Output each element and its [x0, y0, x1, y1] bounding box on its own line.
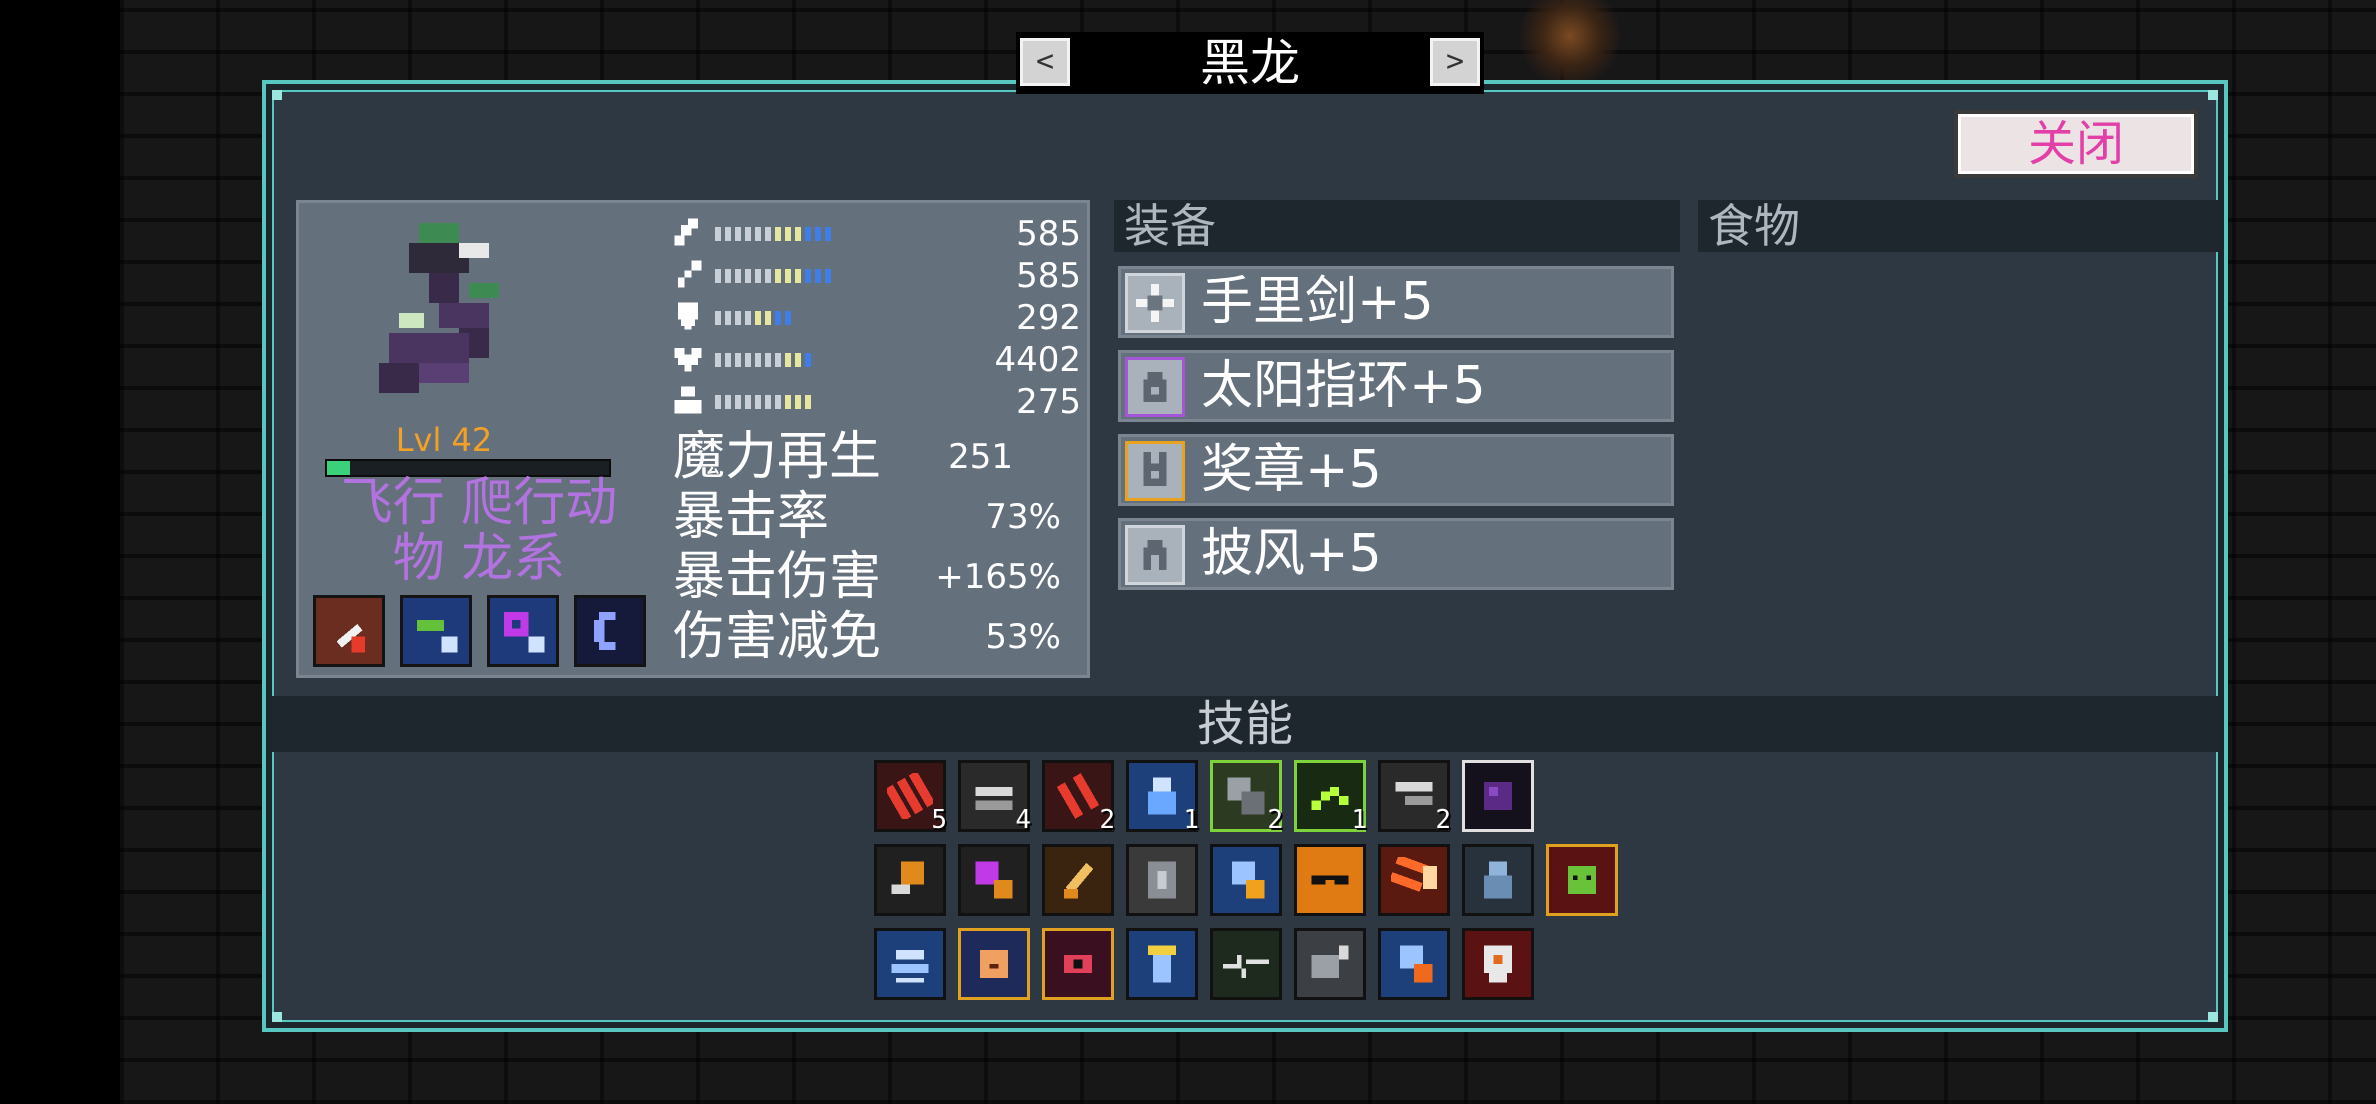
skill-count: 2 — [1267, 805, 1283, 835]
health-value: 4402 — [994, 340, 1081, 380]
stat-bar — [715, 227, 831, 241]
shuriken-icon — [1125, 273, 1185, 333]
stack-skill-icon[interactable] — [874, 928, 946, 1000]
leaf-shield-trait-icon[interactable] — [400, 595, 473, 667]
heartbeat-skill-icon[interactable] — [1210, 928, 1282, 1000]
skill-count: 5 — [931, 805, 947, 835]
stat-bar — [715, 269, 831, 283]
stat-bar — [715, 395, 811, 409]
robot-skill-icon[interactable] — [1462, 844, 1534, 916]
potion-face-skill-icon[interactable] — [958, 928, 1030, 1000]
stat-bar — [715, 353, 811, 367]
fire-burst-skill-icon[interactable] — [1378, 844, 1450, 916]
stone-skill-icon[interactable]: 2 — [1210, 760, 1283, 835]
magic-shield-trait-icon[interactable] — [487, 595, 560, 667]
trait-icons — [313, 595, 656, 671]
attribute-label: 暴击伤害 — [673, 547, 882, 607]
attack-up-trait-icon[interactable] — [313, 595, 385, 667]
moon-trait-icon[interactable] — [574, 595, 647, 667]
equipment-slot-cape[interactable]: 披风+5 — [1118, 518, 1674, 590]
wall-lamp — [1520, 0, 1620, 90]
skill-count: 2 — [1435, 805, 1451, 835]
equipment-name: 太阳指环+5 — [1201, 356, 1486, 416]
monster-types-line: 飞行 爬行动 — [340, 473, 618, 533]
panel-corner — [272, 1012, 282, 1022]
stat-bar — [715, 311, 791, 325]
arc-skill-icon[interactable]: 1 — [1294, 760, 1367, 835]
ring-icon — [1125, 357, 1185, 417]
panel-corner — [272, 90, 282, 100]
staff-icon — [677, 260, 702, 288]
attribute-value: 251 — [948, 437, 1013, 477]
food-heading: 食物 — [1698, 200, 2218, 252]
dark-orb-skill-icon[interactable] — [1462, 760, 1534, 832]
attribute-value: 53% — [985, 617, 1061, 657]
slash-skill-icon[interactable]: 2 — [1042, 760, 1115, 835]
monster-name: 黑龙 — [1200, 34, 1300, 92]
monster-types: 飞行 爬行动 物 龙系 — [309, 475, 649, 587]
skill-count: 1 — [1183, 805, 1199, 835]
close-button[interactable]: 关闭 — [1954, 110, 2198, 178]
monster-types-line: 物 龙系 — [392, 529, 566, 589]
equipment-slot-shuriken[interactable]: 手里剑+5 — [1118, 266, 1674, 338]
equipment-slot-sun-ring[interactable]: 太阳指环+5 — [1118, 350, 1674, 422]
panel-corner — [2208, 1012, 2218, 1022]
monster-level: Lvl 42 — [395, 421, 493, 459]
gear-plus-skill-icon[interactable] — [1294, 928, 1366, 1000]
blade-skill-icon[interactable] — [1042, 844, 1114, 916]
heart-icon — [674, 347, 702, 372]
black-dragon-sprite — [379, 223, 499, 393]
monster-title-bar: < 黑龙 > — [1016, 32, 1484, 94]
attribute-label: 魔力再生 — [673, 427, 882, 487]
magic-value: 585 — [1016, 256, 1081, 296]
attack-value: 585 — [1016, 214, 1081, 254]
king-skill-icon[interactable] — [1126, 928, 1198, 1000]
screen-edge — [0, 0, 120, 1104]
water-skill-icon[interactable]: 1 — [1126, 760, 1199, 835]
attribute-damage-reduction: 伤害减免 53% — [673, 609, 1073, 665]
attribute-crit-rate: 暴击率 73% — [673, 489, 1073, 545]
attribute-label: 暴击率 — [673, 487, 830, 547]
attribute-mana-regen: 魔力再生 251 — [673, 429, 1073, 485]
next-monster-button[interactable]: > — [1430, 38, 1480, 86]
crest-shield-skill-icon[interactable] — [1462, 928, 1534, 1000]
equipment-name: 披风+5 — [1201, 524, 1382, 584]
red-eye-skill-icon[interactable] — [1042, 928, 1114, 1000]
wind-skill-icon[interactable]: 4 — [958, 760, 1031, 835]
magic-gear-skill-icon[interactable] — [958, 844, 1030, 916]
lock-gear-skill-icon[interactable] — [1210, 844, 1282, 916]
medal-icon — [1125, 441, 1185, 501]
sunglasses-skill-icon[interactable] — [1294, 844, 1366, 916]
attribute-crit-damage: 暴击伤害 +165% — [673, 549, 1073, 605]
equipment-name: 奖章+5 — [1201, 440, 1382, 500]
equipment-name: 手里剑+5 — [1201, 272, 1434, 332]
attribute-label: 伤害减免 — [673, 607, 882, 667]
skill-count: 2 — [1099, 805, 1115, 835]
speed-icon — [674, 386, 702, 414]
defense-value: 292 — [1016, 298, 1081, 338]
claw-skill-icon[interactable]: 5 — [874, 760, 947, 835]
cape-icon — [1125, 525, 1185, 585]
skill-count: 1 — [1351, 805, 1367, 835]
monster-card: Lvl 42 飞行 爬行动 物 龙系 585 585 292 4402 275 … — [296, 200, 1090, 678]
sword-icon — [674, 218, 699, 246]
skills-heading: 技能 — [272, 696, 2218, 752]
equipment-heading: 装备 — [1114, 200, 1680, 252]
skill-count: 4 — [1015, 805, 1031, 835]
equipment-slot-medal[interactable]: 奖章+5 — [1118, 434, 1674, 506]
gust-skill-icon[interactable]: 2 — [1378, 760, 1451, 835]
panel-corner — [2208, 90, 2218, 100]
attribute-value: +165% — [935, 557, 1061, 597]
armor-skill-icon[interactable] — [1126, 844, 1198, 916]
attribute-value: 73% — [985, 497, 1061, 537]
lock-fire-skill-icon[interactable] — [1378, 928, 1450, 1000]
previous-monster-button[interactable]: < — [1020, 38, 1070, 86]
speed-value: 275 — [1016, 382, 1081, 422]
gear-sword-skill-icon[interactable] — [874, 844, 946, 916]
shield-icon — [677, 302, 699, 330]
green-face-skill-icon[interactable] — [1546, 844, 1618, 916]
